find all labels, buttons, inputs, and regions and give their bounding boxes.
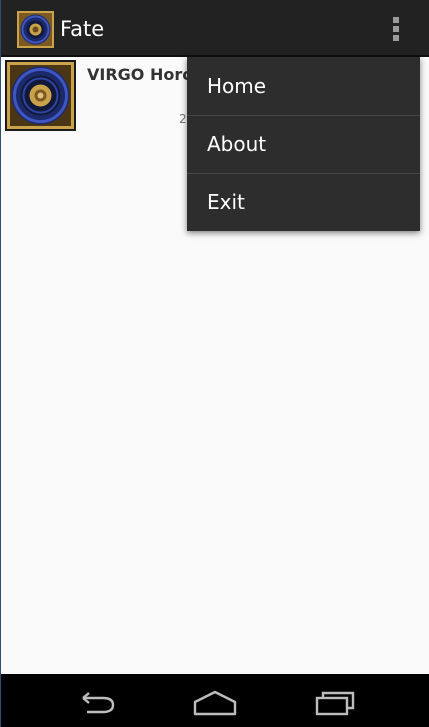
app-icon[interactable] [17, 11, 54, 48]
menu-item-about[interactable]: About [187, 115, 420, 173]
overflow-menu: Home About Exit [187, 57, 420, 231]
overflow-menu-icon[interactable] [382, 13, 410, 45]
app-title: Fate [60, 17, 105, 41]
screen: Fate VIRGO Horo 2 Home About Exit [0, 0, 429, 727]
action-bar: Fate [1, 0, 429, 57]
menu-item-home[interactable]: Home [187, 57, 420, 115]
overflow-dot [393, 35, 399, 41]
menu-item-exit[interactable]: Exit [187, 173, 420, 231]
item-title: VIRGO Horo [87, 65, 194, 84]
overflow-dot [393, 26, 399, 32]
item-date: 2 [179, 112, 187, 126]
navigation-bar [1, 674, 429, 727]
home-icon[interactable] [191, 688, 239, 716]
back-icon[interactable] [73, 688, 121, 716]
zodiac-wheel-thumbnail [5, 60, 76, 131]
recent-apps-icon[interactable] [311, 688, 359, 716]
overflow-dot [393, 17, 399, 23]
